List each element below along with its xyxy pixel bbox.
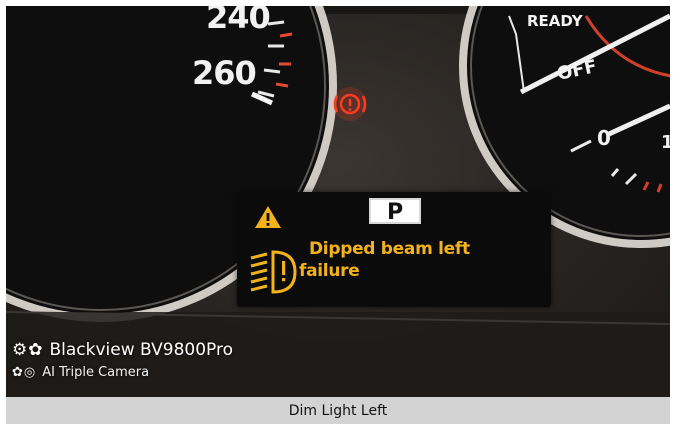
camera-feature-text: AI Triple Camera [42,365,150,380]
image-frame: 240 260 READY OFF 0 1/ P [0,0,676,426]
camera-watermark-line1: ⚙✿ Blackview BV9800Pro [12,340,233,360]
right-gauge-partial-label: 1/ [661,132,670,153]
right-gauge-ready-label: READY [527,12,583,30]
brake-warning-icon [333,87,367,121]
camera-watermark-line2: ✿◎ AI Triple Camera [12,365,149,380]
speedo-label-upper: 240 [206,6,271,36]
dashboard-photo: 240 260 READY OFF 0 1/ P [6,6,670,397]
camera-logo-icon: ⚙✿ [12,340,44,360]
triple-camera-icon: ✿◎ [12,365,37,380]
speedo-label-lower: 260 [192,54,257,92]
left-gauge-tick [267,20,285,26]
left-gauge-red-tick [275,82,289,88]
left-gauge-tick [263,68,281,74]
image-caption: Dim Light Left [6,397,670,424]
warning-message-line2: failure [299,261,360,281]
right-gauge-zero-label: 0 [597,126,611,150]
gear-indicator: P [369,198,421,225]
warning-triangle-icon [255,206,281,228]
info-display: P Dipped beam left failure [237,192,551,307]
left-gauge-red-tick [279,32,293,38]
camera-model-text: Blackview BV9800Pro [49,340,234,360]
warning-message-line1: Dipped beam left [309,239,470,259]
warning-message: Dipped beam left failure [299,238,529,282]
